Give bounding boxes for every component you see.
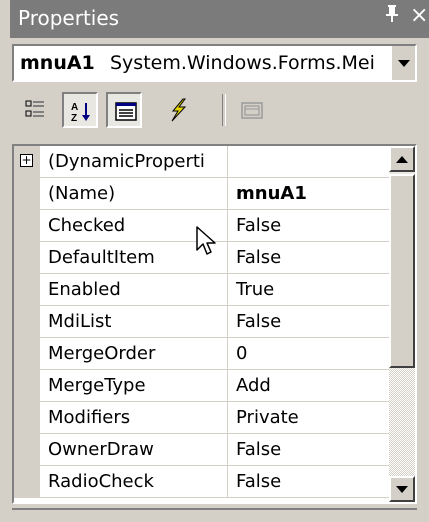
property-row[interactable]: MdiList False [14,306,389,338]
property-value[interactable]: Private [228,402,389,433]
property-grid: + (DynamicProperti (Name) mnuA1 Checked … [12,144,417,504]
scroll-thumb[interactable] [389,174,415,368]
svg-text:A: A [71,102,78,113]
property-name: Modifiers [40,402,228,433]
selected-object-name: mnuA1 [20,52,95,74]
categorized-button[interactable] [18,92,54,128]
panel-title: Properties [18,6,120,30]
property-value[interactable]: 0 [228,338,389,369]
selected-object-type: System.Windows.Forms.Mei [110,52,375,74]
property-pages-button[interactable] [234,92,270,128]
properties-button[interactable] [106,92,142,128]
alphabetical-button[interactable]: A Z [62,92,98,128]
property-name: (Name) [40,178,228,209]
categorized-icon [25,100,44,117]
property-name: OwnerDraw [40,434,228,465]
property-name: RadioCheck [40,466,228,497]
toolbar-separator [222,94,226,126]
scroll-track[interactable] [389,368,415,476]
expand-icon[interactable]: + [20,154,33,167]
pin-icon[interactable] [384,3,400,28]
mouse-pointer-icon [196,226,220,262]
property-row[interactable]: OwnerDraw False [14,434,389,466]
property-row[interactable]: (Name) mnuA1 [14,178,389,210]
property-name: MergeType [40,370,228,401]
property-value[interactable]: False [228,466,389,497]
close-icon[interactable]: × [410,3,428,28]
property-name: Enabled [40,274,228,305]
alphabetical-icon: A Z [71,102,90,124]
property-row[interactable]: MergeType Add [14,370,389,402]
properties-toolbar: A Z [12,92,417,136]
property-value[interactable]: True [228,274,389,305]
property-name: MdiList [40,306,228,337]
property-name: MergeOrder [40,338,228,369]
property-value[interactable]: False [228,306,389,337]
scroll-down-icon[interactable] [389,476,415,502]
scroll-up-icon[interactable] [389,146,415,172]
property-row[interactable]: Modifiers Private [14,402,389,434]
property-value[interactable]: False [228,242,389,273]
chevron-down-icon[interactable] [390,46,415,80]
panel-titlebar: Properties × [0,0,429,38]
lightning-icon [171,98,187,122]
property-row[interactable]: Enabled True [14,274,389,306]
property-row[interactable]: + (DynamicProperti [14,146,389,178]
property-name: (DynamicProperti [40,146,228,177]
property-value[interactable]: mnuA1 [228,178,389,209]
properties-icon [115,102,137,121]
property-value[interactable] [228,146,389,177]
svg-text:Z: Z [71,113,77,124]
vertical-scrollbar[interactable] [389,146,415,502]
property-pages-icon [241,102,263,119]
events-button[interactable] [160,92,196,128]
object-selector[interactable]: mnuA1 System.Windows.Forms.Mei [12,44,417,82]
property-value[interactable]: False [228,210,389,241]
property-value[interactable]: Add [228,370,389,401]
property-row[interactable]: RadioCheck False [14,466,389,498]
property-value[interactable]: False [228,434,389,465]
property-row[interactable]: MergeOrder 0 [14,338,389,370]
